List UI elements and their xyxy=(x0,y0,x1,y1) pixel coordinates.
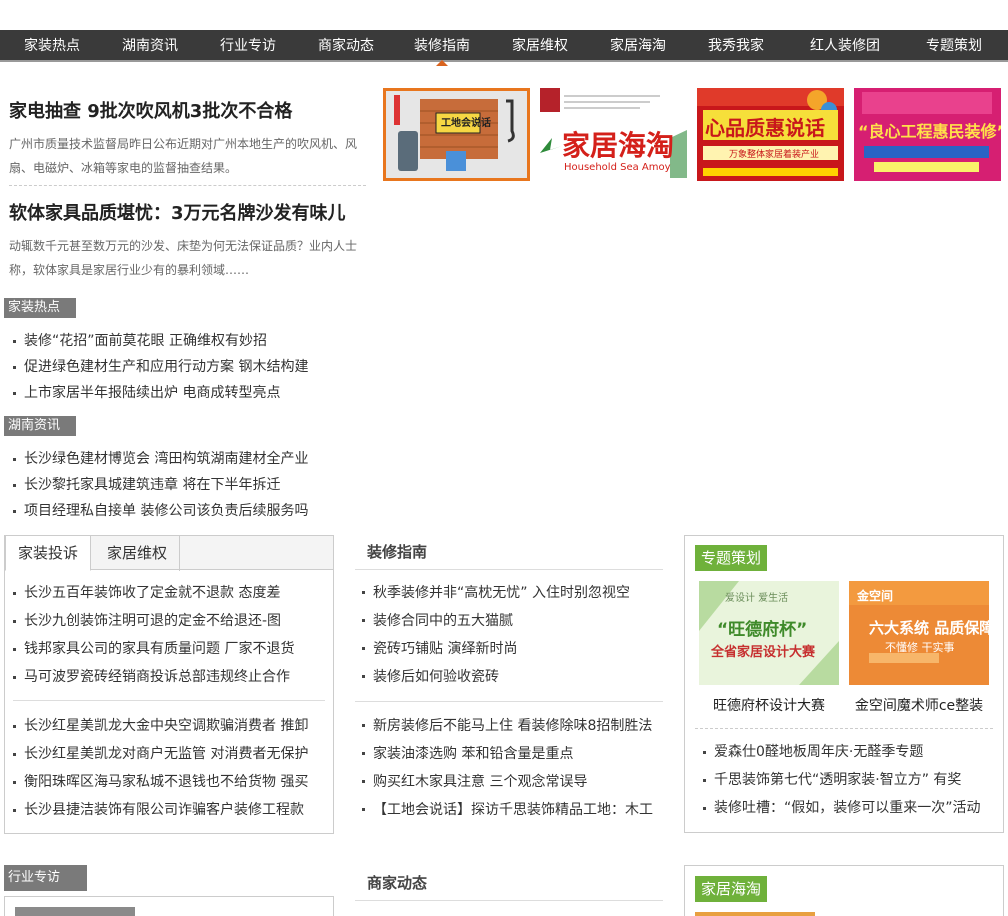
list-item[interactable]: 长沙红星美凯龙对商户无监管 对消费者无保护 xyxy=(13,740,308,768)
promo-headline: 六大系统 品质保障 xyxy=(869,619,989,637)
promo-sub: 全省家居设计大赛 xyxy=(711,645,816,660)
headline-summary: 动辄数千元甚至数万元的沙发、床垫为何无法保证品质？业内人士称，软体家具是家居行业… xyxy=(9,239,358,277)
list-item[interactable]: 装修后如何验收瓷砖 xyxy=(362,663,630,691)
list-item[interactable]: 马可波罗瓷砖经销商投诉总部违规终止合作 xyxy=(13,663,294,691)
promo-golden-space[interactable]: 金空间 六大系统 品质保障 不懂修 干实事 xyxy=(849,581,989,685)
divider xyxy=(13,700,325,701)
complaints-list: 长沙红星美凯龙大金中央空调欺骗消费者 推卸 长沙红星美凯龙对商户无监管 对消费者… xyxy=(13,712,308,824)
thumb-caption: “良心工程惠民装修” xyxy=(858,122,1001,141)
list-item[interactable]: 衡阳珠晖区海马家私城不退钱也不给货物 强买 xyxy=(13,768,308,796)
news-list-hunan: 长沙绿色建材博览会 湾田构筑湖南建材全产业 长沙黎托家具城建筑违章 将在下半年拆… xyxy=(13,446,308,524)
tab-rights[interactable]: 家居维权 xyxy=(95,536,181,571)
thumb-caption: 心品质惠说话 xyxy=(705,116,825,140)
divider xyxy=(355,900,663,901)
list-item[interactable]: 新房装修后不能马上住 看装修除味8招制胜法 xyxy=(362,712,653,740)
nav-item-industry[interactable]: 行业专访 xyxy=(220,30,276,62)
list-item[interactable]: 瓷砖巧铺贴 演绎新时尚 xyxy=(362,635,630,663)
nav-item-rights[interactable]: 家居维权 xyxy=(512,30,568,62)
nav-item-merchant[interactable]: 商家动态 xyxy=(318,30,374,62)
headline-title[interactable]: 家电抽查 9批次吹风机3批次不合格 xyxy=(9,97,292,123)
list-item[interactable]: 钱邦家具公司的家具有质量问题 厂家不退货 xyxy=(13,635,294,663)
list-item[interactable]: 千思装饰第七代“透明家装·智立方” 有奖 xyxy=(703,766,981,794)
section-title-guide[interactable]: 装修指南 xyxy=(367,541,427,562)
divider xyxy=(9,185,366,186)
complaints-panel: 家装投诉 家居维权 长沙五百年装饰收了定金就不退款 态度差 长沙九创装饰注明可退… xyxy=(4,535,334,834)
list-item[interactable]: 装修吐槽：“假如，装修可以重来一次”活动 xyxy=(703,794,981,822)
list-item[interactable]: 秋季装修并非“高枕无忧” 入住时别忽视空 xyxy=(362,579,630,607)
list-item[interactable]: 长沙五百年装饰收了定金就不退款 态度差 xyxy=(13,579,294,607)
divider xyxy=(695,728,993,729)
list-item[interactable]: 项目经理私自接单 装修公司该负责后续服务吗 xyxy=(13,498,308,524)
top-nav: 家装热点 湖南资讯 行业专访 商家动态 装修指南 家居维权 家居海淘 我秀我家 … xyxy=(0,30,1008,62)
section-label-industry[interactable]: 行业专访 xyxy=(4,865,87,891)
complaints-list: 长沙五百年装饰收了定金就不退款 态度差 长沙九创装饰注明可退的定金不给退还-图 … xyxy=(13,579,294,691)
nav-item-special[interactable]: 专题策划 xyxy=(926,30,982,62)
nav-item-overseas[interactable]: 家居海淘 xyxy=(610,30,666,62)
tab-complaints[interactable]: 家装投诉 xyxy=(5,536,92,571)
industry-panel xyxy=(4,896,334,916)
nav-item-redteam[interactable]: 红人装修团 xyxy=(810,30,880,62)
list-item[interactable]: 长沙红星美凯龙大金中央空调欺骗消费者 推卸 xyxy=(13,712,308,740)
list-item[interactable]: 长沙县捷洁装饰有限公司诈骗客户装修工程款 xyxy=(13,796,308,824)
divider xyxy=(355,701,663,702)
special-panel: 专题策划 爱设计 爱生活 “旺德府杯” 全省家居设计大赛 旺德府杯设计大赛 金空… xyxy=(684,535,1004,833)
thumb-caption: 家居海淘 xyxy=(562,129,675,162)
guide-list: 新房装修后不能马上住 看装修除味8招制胜法 家装油漆选购 苯和铅含量是重点 购买… xyxy=(362,712,653,824)
special-list: 爱森仕0醛地板周年庆·无醛季专题 千思装饰第七代“透明家装·智立方” 有奖 装修… xyxy=(703,738,981,822)
divider xyxy=(355,569,663,570)
list-item[interactable]: 爱森仕0醛地板周年庆·无醛季专题 xyxy=(703,738,981,766)
thumb-benefit[interactable]: “良心工程惠民装修” xyxy=(854,88,1001,181)
overseas-image[interactable] xyxy=(695,912,815,916)
list-item[interactable]: 长沙九创装饰注明可退的定金不给退还-图 xyxy=(13,607,294,635)
nav-item-showhome[interactable]: 我秀我家 xyxy=(708,30,764,62)
list-item[interactable]: 上市家居半年报陆续出炉 电商成转型亮点 xyxy=(13,380,308,406)
thumb-quality[interactable]: 心品质惠说话 万象整体家居着装产业 xyxy=(697,88,844,181)
list-item[interactable]: 促进绿色建材生产和应用行动方案 钢木结构建 xyxy=(13,354,308,380)
section-title-merchant[interactable]: 商家动态 xyxy=(367,872,427,893)
guide-list: 秋季装修并非“高枕无忧” 入住时别忽视空 装修合同中的五大猫腻 瓷砖巧铺贴 演绎… xyxy=(362,579,630,691)
nav-item-hunan[interactable]: 湖南资讯 xyxy=(122,30,178,62)
thumb-overseas[interactable]: 家居海淘 Household Sea Amoy xyxy=(540,88,687,181)
overseas-panel: 家居海淘 xyxy=(684,865,1004,916)
thumb-caption: 工地会说话 xyxy=(441,118,491,129)
section-label-special[interactable]: 专题策划 xyxy=(695,545,768,571)
promo-caption[interactable]: 旺德府杯设计大赛 xyxy=(699,695,839,715)
promo-top-text: 金空间 xyxy=(857,589,894,603)
list-item[interactable]: 长沙绿色建材博览会 湾田构筑湖南建材全产业 xyxy=(13,446,308,472)
list-item[interactable]: 装修“花招”面前莫花眼 正确维权有妙招 xyxy=(13,328,308,354)
list-item[interactable]: 装修合同中的五大猫腻 xyxy=(362,607,630,635)
section-label-overseas[interactable]: 家居海淘 xyxy=(695,876,768,902)
promo-top-text: 爱设计 爱生活 xyxy=(725,593,789,604)
thumb-construction[interactable]: 工地会说话 xyxy=(383,88,530,181)
promo-design-contest[interactable]: 爱设计 爱生活 “旺德府杯” 全省家居设计大赛 xyxy=(699,581,839,685)
thumb-subcaption: 万象整体家居着装产业 xyxy=(729,150,820,160)
list-item[interactable]: 购买红木家具注意 三个观念常误导 xyxy=(362,768,653,796)
headline-summary: 广州市质量技术监督局昨日公布近期对广州本地生产的吹风机、风扇、电磁炉、冰箱等家电… xyxy=(9,137,358,175)
promo-caption[interactable]: 金空间魔术师ce整装 xyxy=(849,695,989,715)
thumb-subcaption: Household Sea Amoy xyxy=(564,162,671,173)
promo-headline: “旺德府杯” xyxy=(717,620,808,640)
section-label-jiazhuang[interactable]: 家装热点 xyxy=(4,298,76,318)
promo-sub: 不懂修 干实事 xyxy=(885,641,955,654)
section-label-hunan[interactable]: 湖南资讯 xyxy=(4,416,76,436)
headline-title[interactable]: 软体家具品质堪忧：3万元名牌沙发有味儿 xyxy=(9,199,346,225)
list-item[interactable]: 家装油漆选购 苯和铅含量是重点 xyxy=(362,740,653,768)
nav-item-jiazhuang[interactable]: 家装热点 xyxy=(24,30,80,62)
news-list-jiazhuang: 装修“花招”面前莫花眼 正确维权有妙招 促进绿色建材生产和应用行动方案 钢木结构… xyxy=(13,328,308,406)
interview-image[interactable] xyxy=(15,907,135,916)
nav-item-guide[interactable]: 装修指南 xyxy=(414,30,470,62)
list-item[interactable]: 长沙黎托家具城建筑违章 将在下半年拆迁 xyxy=(13,472,308,498)
list-item[interactable]: 【工地会说话】探访千思装饰精品工地：木工 xyxy=(362,796,653,824)
complaints-tabs: 家装投诉 家居维权 xyxy=(5,536,333,571)
